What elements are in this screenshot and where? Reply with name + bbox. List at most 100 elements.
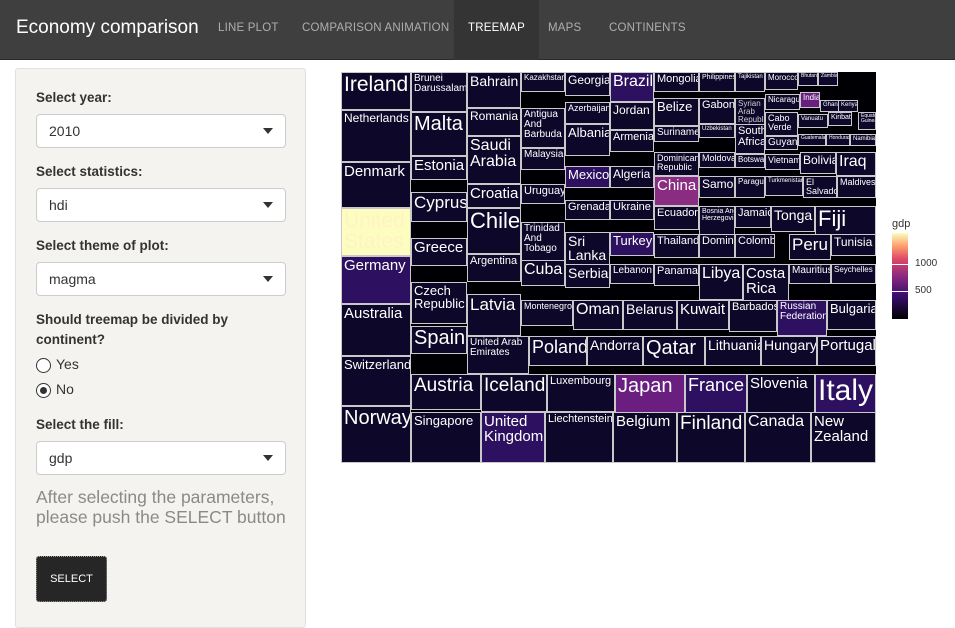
tab-maps[interactable]: MAPS — [534, 0, 595, 60]
treemap-tile: Italy — [815, 374, 876, 414]
treemap-tile: Cabo Verde — [765, 112, 798, 136]
treemap-tile: Jordan — [610, 102, 654, 130]
treemap-tile: Peru — [789, 234, 831, 260]
treemap-tile-label: Malaysia — [524, 149, 564, 160]
tab-treemap[interactable]: TREEMAP — [454, 0, 539, 60]
treemap-tile: Honduras — [826, 134, 850, 146]
treemap-tile-label: Cyprus — [414, 193, 467, 212]
statistics-select[interactable]: hdi — [36, 188, 286, 222]
treemap-tile: Turkmenistan — [765, 176, 803, 196]
treemap-tile-label: Croatia — [470, 185, 519, 202]
treemap-tile: Portugal — [817, 336, 876, 366]
treemap-tile-label: Georgia — [568, 73, 610, 87]
treemap-tile: Estonia — [411, 156, 467, 180]
radio-no-circle[interactable] — [36, 383, 51, 398]
treemap-tile-label: Netherlands — [344, 111, 409, 125]
treemap-tile-label: Kuwait — [680, 301, 726, 318]
treemap-tile-label: Poland — [532, 337, 587, 357]
treemap-tile-label: Philippines — [702, 74, 735, 81]
treemap-tile: Philippines — [699, 72, 735, 92]
treemap-tile-label: Chile — [470, 208, 521, 233]
treemap-tile: Algeria — [610, 166, 654, 188]
treemap-tile: Australia — [341, 304, 411, 356]
chevron-down-icon — [263, 455, 273, 461]
treemap-tile: Botswana — [735, 154, 765, 168]
treemap-tile: Netherlands — [341, 110, 411, 162]
treemap-tile: United Kingdom — [481, 412, 545, 463]
treemap-tile-label: Vanuatu — [801, 116, 823, 122]
treemap-tile: Azerbaijan — [565, 102, 610, 124]
treemap-tile: Turkey — [610, 232, 654, 256]
treemap-tile-label: Algeria — [613, 167, 651, 181]
treemap-tile: Canada — [745, 412, 811, 463]
treemap-tile: Dominica — [699, 234, 735, 258]
tab-line-plot[interactable]: LINE PLOT — [204, 0, 293, 60]
treemap-tile: Austria — [411, 374, 481, 410]
treemap-tile: Morocco — [765, 72, 798, 90]
theme-select[interactable]: magma — [36, 262, 286, 296]
treemap-tile-label: Lebanon — [613, 265, 652, 276]
treemap-tile: Cuba — [521, 260, 565, 286]
tab-continents[interactable]: CONTINENTS — [595, 0, 700, 60]
treemap-tile-label: Hungary — [764, 337, 817, 353]
treemap-tile-label: Jordan — [613, 103, 650, 117]
legend-tick-500: 500 — [915, 285, 932, 296]
treemap-tile: Luxembourg — [547, 374, 615, 412]
treemap-tile-label: Norway — [344, 407, 411, 429]
treemap-tile: Seychelles — [831, 264, 876, 284]
treemap-tile-label: Ecuador — [657, 207, 698, 219]
treemap-tile: Fiji — [815, 206, 876, 236]
treemap-tile-label: Canada — [748, 413, 805, 430]
treemap-tile-label: Kenya — [841, 102, 858, 108]
treemap-tile-label: El Salvador — [806, 177, 836, 196]
treemap-tile: Iceland — [481, 374, 547, 412]
treemap-tile-label: Malta — [414, 113, 463, 135]
treemap-tile: Bulgaria — [827, 300, 876, 330]
treemap-tile-label: Serbia — [568, 265, 609, 281]
treemap-tile-label: Trinidad And Tobago — [524, 223, 560, 254]
year-select[interactable]: 2010 — [36, 114, 286, 148]
treemap-tile-label: Finland — [680, 413, 743, 434]
treemap-tile: China — [654, 176, 699, 206]
theme-select-value: magma — [49, 271, 96, 287]
fill-label: Select the fill: — [36, 417, 124, 432]
treemap-tile-label: Suriname — [657, 127, 699, 138]
treemap-tile-label: Denmark — [344, 163, 405, 180]
treemap-tile: Ukraine — [610, 200, 654, 220]
treemap-tile-label: Australia — [344, 305, 403, 322]
treemap-tile: Ecuador — [654, 206, 699, 230]
treemap-tile-label: Argentina — [470, 255, 518, 267]
treemap-tile: Grenada — [565, 200, 610, 220]
treemap-tile-label: Peru — [792, 235, 828, 254]
treemap-tile-label: Armenia — [613, 131, 654, 143]
treemap-tile-label: Switzerland — [344, 357, 411, 372]
treemap-tile-label: Estonia — [414, 157, 465, 174]
treemap-tile: Zambia — [818, 72, 838, 86]
treemap-tile: Costa Rica — [743, 264, 789, 304]
radio-yes-circle[interactable] — [36, 358, 51, 373]
select-button[interactable]: SELECT — [36, 556, 107, 602]
treemap-tile: Gabon — [699, 98, 735, 124]
treemap-tile: Iraq — [836, 152, 876, 176]
treemap-tile-label: Libya — [702, 265, 741, 282]
treemap-tile-label: Saudi Arabia — [470, 137, 517, 170]
treemap-tile: Qatar — [643, 336, 705, 366]
treemap-tile: Serbia — [565, 264, 610, 288]
treemap-tile: Ireland — [341, 72, 411, 110]
treemap-tile: New Zealand — [811, 412, 876, 463]
fill-select[interactable]: gdp — [36, 441, 286, 475]
treemap-tile: Mexico — [565, 166, 610, 188]
treemap-tile: Malta — [411, 112, 467, 156]
treemap-tile: Dominican Republic — [654, 152, 699, 176]
treemap-tile: Albania — [565, 124, 610, 156]
treemap-tile: Antigua And Barbuda — [521, 108, 565, 148]
treemap-tile-label: Iraq — [839, 153, 867, 170]
treemap-tile-label: Gabon — [702, 99, 735, 111]
treemap-tile: Nicaragua — [765, 94, 800, 110]
treemap-tile: Liechtenstein — [545, 412, 613, 463]
treemap-tile: Romania — [467, 108, 521, 136]
treemap-tile: Bosnia And Herzegovina — [699, 206, 735, 236]
tab-comparison-animation[interactable]: COMPARISON ANIMATION — [288, 0, 463, 60]
treemap-tile: Montenegro — [521, 300, 573, 326]
treemap-tile: Belize — [654, 98, 699, 126]
